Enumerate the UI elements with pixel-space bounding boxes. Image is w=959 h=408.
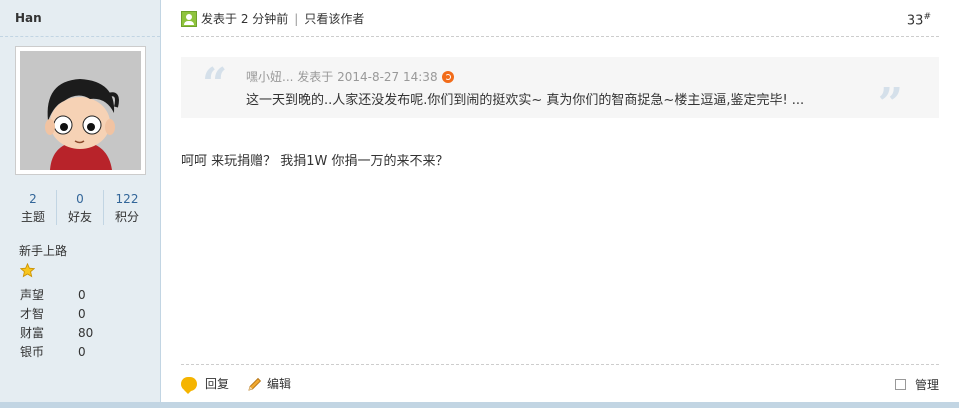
open-quote-icon: “ xyxy=(202,59,228,110)
rank-star-icon xyxy=(20,263,35,278)
stat-points[interactable]: 122 积分 xyxy=(103,190,150,225)
attr-row: 财富 80 xyxy=(20,324,93,343)
user-rank[interactable]: 新手上路 xyxy=(19,242,67,259)
avatar[interactable] xyxy=(15,46,146,175)
quote-text: 这一天到晚的..人家还没发布呢.你们到闹的挺欢实~ 真为你们的智商捉急~楼主逗逼… xyxy=(246,93,805,108)
avatar-image xyxy=(20,51,141,170)
header-divider xyxy=(181,36,939,37)
attr-key: 银币 xyxy=(20,345,45,359)
divider: | xyxy=(294,11,299,26)
attr-row: 才智 0 xyxy=(20,305,93,324)
attr-row: 声望 0 xyxy=(20,286,93,305)
quote-meta: 嘿小妞... 发表于 2014-8-27 14:38 xyxy=(246,68,454,85)
author-sidebar: Han 2 主题 0 好友 122 积分 新手上路 声望 0 才智 0 财富 8… xyxy=(0,0,161,408)
author-stats: 2 主题 0 好友 122 积分 xyxy=(10,190,150,225)
attr-key: 财富 xyxy=(20,326,45,340)
close-quote-icon: ” xyxy=(877,79,903,130)
edit-button[interactable]: 编辑 xyxy=(247,375,291,392)
stat-number: 0 xyxy=(76,192,84,206)
avatar-cartoon-icon xyxy=(20,51,141,170)
manage-checkbox[interactable] xyxy=(894,379,906,390)
post-time: 发表于 2 分钟前 xyxy=(201,12,289,26)
reply-button[interactable]: 回复 xyxy=(181,375,230,394)
manage-label: 管理 xyxy=(914,378,939,392)
attr-value: 0 xyxy=(78,307,86,321)
attr-value: 80 xyxy=(78,326,94,340)
quote-goto-icon[interactable] xyxy=(441,70,454,83)
stat-label: 积分 xyxy=(114,210,139,224)
bottom-border xyxy=(0,402,959,408)
post-actions: 回复 编辑 xyxy=(181,375,309,394)
floor-number[interactable]: 33# xyxy=(907,12,931,28)
floor-hash: # xyxy=(923,12,931,22)
attr-value: 0 xyxy=(78,345,86,359)
stat-friends[interactable]: 0 好友 xyxy=(56,190,103,225)
post-container: Han 2 主题 0 好友 122 积分 新手上路 声望 0 才智 0 财富 8… xyxy=(0,0,959,408)
post-header: 发表于 2 分钟前 | 只看该作者 xyxy=(181,10,364,27)
stat-number: 122 xyxy=(115,192,139,206)
edit-pencil-icon xyxy=(248,377,262,391)
author-name[interactable]: Han xyxy=(15,11,42,25)
attr-key: 声望 xyxy=(20,288,45,302)
post-message: 呵呵 来玩捐赠？ 我捐1W 你捐一万的来不来？ xyxy=(181,154,449,169)
stat-label: 主题 xyxy=(20,210,45,224)
edit-label: 编辑 xyxy=(267,377,292,391)
quote-meta-text: 嘿小妞... 发表于 2014-8-27 14:38 xyxy=(246,70,438,84)
footer-divider xyxy=(181,364,939,365)
stat-label: 好友 xyxy=(67,210,92,224)
stat-threads[interactable]: 2 主题 xyxy=(10,190,56,225)
attr-key: 才智 xyxy=(20,307,45,321)
quote-block: “ 嘿小妞... 发表于 2014-8-27 14:38 这一天到晚的..人家还… xyxy=(181,57,939,127)
sidebar-divider xyxy=(0,36,160,37)
online-user-icon xyxy=(181,10,197,27)
reply-label: 回复 xyxy=(205,377,230,391)
user-attributes: 声望 0 才智 0 财富 80 银币 0 xyxy=(20,286,93,362)
attr-row: 银币 0 xyxy=(20,343,93,362)
post-main: 发表于 2 分钟前 | 只看该作者 33# “ 嘿小妞... 发表于 2014-… xyxy=(161,0,959,408)
stat-number: 2 xyxy=(29,192,37,206)
floor-number-value: 33 xyxy=(906,13,924,29)
manage-control[interactable]: 管理 xyxy=(894,376,939,393)
reply-icon xyxy=(181,376,197,394)
attr-value: 0 xyxy=(78,288,86,302)
view-author-only-link[interactable]: 只看该作者 xyxy=(304,10,364,27)
